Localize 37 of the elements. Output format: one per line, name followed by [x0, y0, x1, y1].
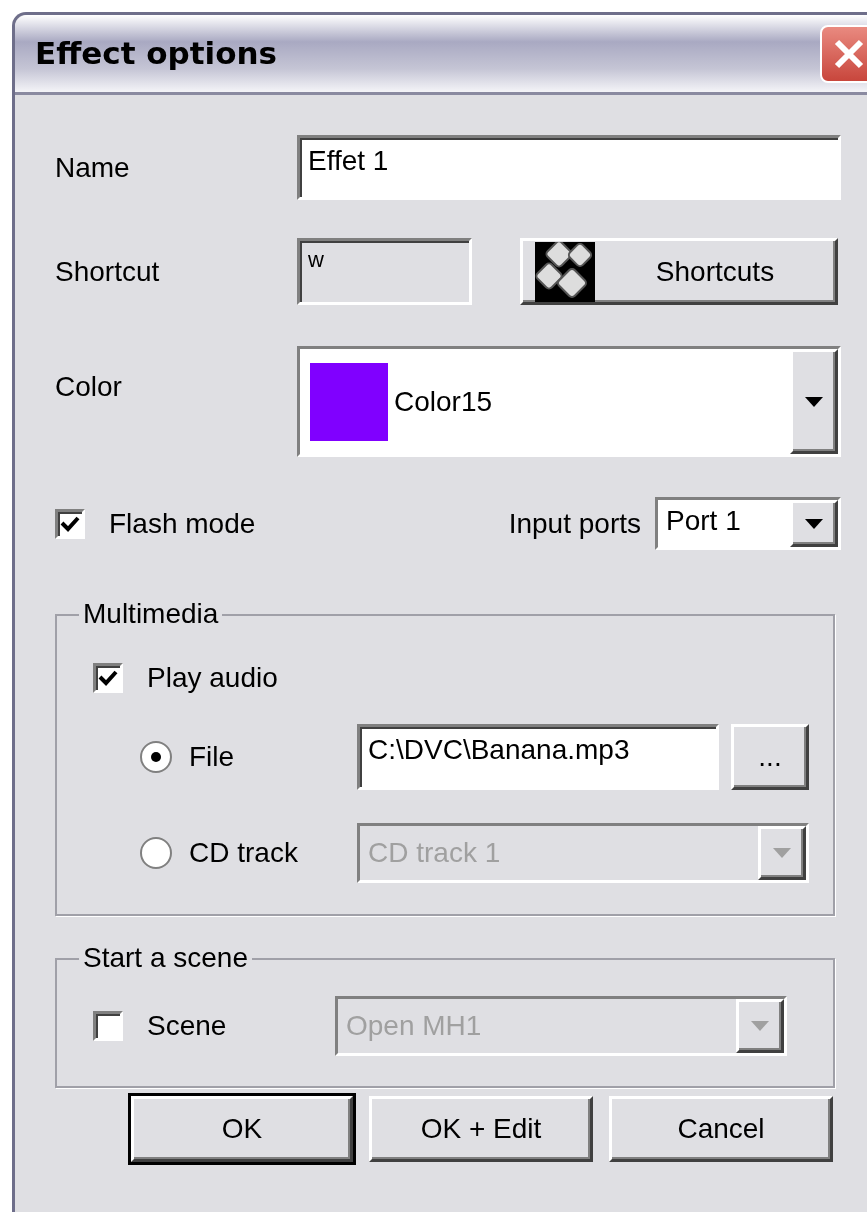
browse-button[interactable]: ... — [731, 724, 809, 790]
field-label: Shortcut — [55, 254, 161, 289]
radio-label: File — [189, 740, 236, 774]
checkbox[interactable] — [93, 663, 123, 693]
close-button[interactable] — [820, 24, 867, 83]
dropdown-value: Port 1 — [665, 504, 742, 538]
dropdown-value: Open MH1 — [345, 1009, 483, 1043]
dialog-button[interactable]: OK — [131, 1096, 353, 1162]
input-ports-dropdown[interactable]: Port 1 — [655, 497, 841, 550]
caret-down-icon — [773, 848, 791, 858]
checkbox-label: Scene — [147, 1009, 228, 1043]
file-path-field[interactable]: C:\DVC\Banana.mp3 — [357, 724, 719, 790]
dialog-button[interactable]: OK + Edit — [369, 1096, 593, 1162]
field-label: Input ports — [508, 506, 641, 541]
keyboard-keys-icon — [535, 241, 595, 302]
dropdown-value: CD track 1 — [367, 836, 502, 870]
dropdown-value: Color15 — [394, 384, 493, 419]
checkbox[interactable] — [55, 508, 85, 539]
radio-label: CD track — [189, 836, 299, 870]
shortcut-field[interactable]: w — [297, 238, 472, 305]
checkbox-label: Play audio — [147, 661, 278, 695]
radio-button[interactable] — [139, 740, 173, 774]
caret-down-icon — [805, 518, 823, 529]
check-icon — [98, 669, 118, 687]
shortcuts-button[interactable]: Shortcuts — [520, 238, 838, 305]
caret-down-icon — [805, 396, 823, 407]
dropdown-button[interactable] — [790, 500, 838, 547]
field-label: Color — [55, 370, 123, 404]
color-dropdown[interactable]: Color15 — [297, 346, 841, 457]
name-field[interactable]: Effet 1 — [297, 135, 841, 200]
field-label: Name — [55, 150, 131, 185]
caret-down-icon — [751, 1021, 769, 1031]
dropdown-button[interactable] — [790, 349, 838, 454]
check-icon — [60, 514, 80, 533]
dialog-button[interactable]: Cancel — [609, 1096, 833, 1162]
checkbox-label: Flash mode — [109, 506, 256, 541]
window-title: Effect options — [35, 34, 278, 74]
